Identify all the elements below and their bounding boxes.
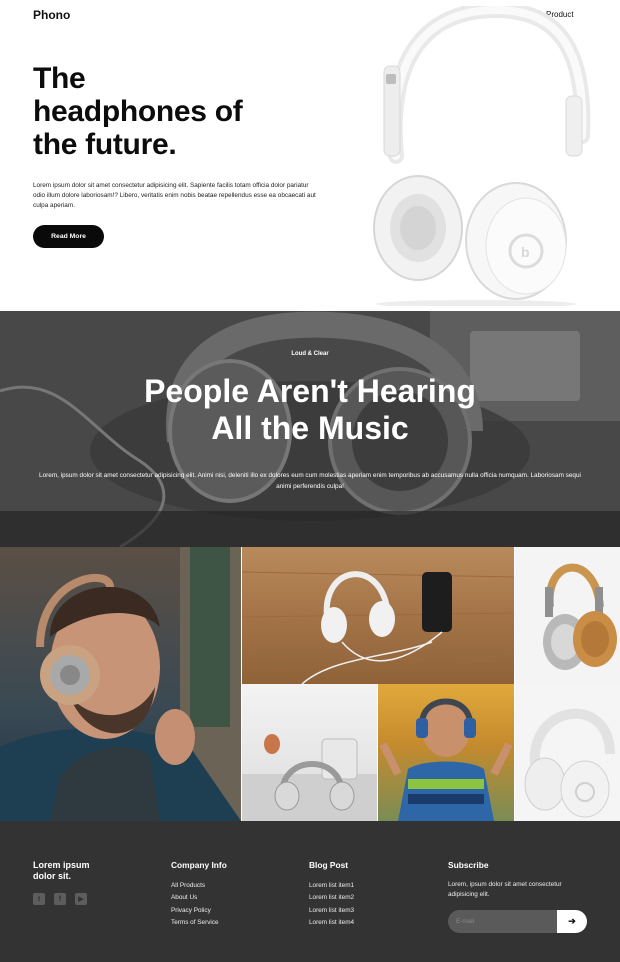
site-footer: Lorem ipsum dolor sit. t f ▶ Company Inf… — [0, 821, 620, 962]
banner-title-line: People Aren't Hearing — [144, 373, 476, 409]
brand-logo[interactable]: Phono — [33, 8, 70, 22]
footer-blog-item[interactable]: Lorem list item2 — [309, 892, 354, 904]
footer-blog-column: Blog Post Lorem list item1 Lorem list it… — [309, 860, 354, 929]
footer-brand: Lorem ipsum dolor sit. — [33, 860, 90, 881]
hero-title-line: The — [33, 62, 86, 95]
footer-link-all-products[interactable]: All Products — [171, 880, 227, 892]
footer-company-column: Company Info All Products About Us Priva… — [171, 860, 227, 929]
svg-text:b: b — [521, 244, 530, 260]
facebook-icon[interactable]: f — [54, 893, 66, 905]
man-with-headphones-photo[interactable] — [0, 547, 241, 821]
footer-subscribe-text: Lorem, ipsum dolor sit amet consectetur … — [448, 881, 562, 898]
footer-blog-heading: Blog Post — [309, 860, 349, 870]
image-gallery — [0, 547, 620, 821]
footer-blog-item[interactable]: Lorem list item3 — [309, 905, 354, 917]
white-headphones-image: b — [373, 6, 591, 306]
arrow-right-icon: ➔ — [568, 916, 576, 926]
footer-link-terms[interactable]: Terms of Service — [171, 917, 227, 929]
twitter-icon[interactable]: t — [33, 893, 45, 905]
footer-link-about-us[interactable]: About Us — [171, 892, 227, 904]
headphones-on-wood-photo[interactable] — [242, 547, 514, 684]
promo-banner: Loud & Clear People Aren't Hearing All t… — [0, 311, 620, 547]
email-input[interactable]: E-mail — [448, 910, 558, 933]
tan-headphones-photo[interactable] — [515, 547, 620, 684]
hero-description: Lorem ipsum dolor sit amet consectetur a… — [33, 182, 316, 209]
banner-kicker: Loud & Clear — [291, 351, 329, 357]
footer-company-heading: Company Info — [171, 860, 227, 870]
read-more-button[interactable]: Read More — [33, 225, 104, 248]
banner-description: Lorem, ipsum dolor sit amet consectetur … — [39, 472, 581, 490]
youtube-icon[interactable]: ▶ — [75, 893, 87, 905]
banner-title-line: All the Music — [211, 410, 409, 446]
footer-link-privacy-policy[interactable]: Privacy Policy — [171, 905, 227, 917]
social-links: t f ▶ — [33, 893, 87, 905]
footer-subscribe-column: Subscribe Lorem, ipsum dolor sit amet co… — [448, 860, 593, 900]
hero-title: The headphones of the future. — [33, 62, 333, 161]
footer-blog-item[interactable]: Lorem list item1 — [309, 880, 354, 892]
hero-title-line: headphones of — [33, 95, 243, 128]
white-headphones-photo[interactable] — [515, 684, 620, 821]
banner-title: People Aren't Hearing All the Music — [0, 373, 620, 447]
desk-headphones-photo[interactable] — [242, 684, 377, 821]
footer-blog-item[interactable]: Lorem list item4 — [309, 917, 354, 929]
hero-title-line: the future. — [33, 128, 177, 161]
footer-subscribe-heading: Subscribe — [448, 860, 489, 870]
subscribe-button[interactable]: ➔ — [557, 910, 587, 933]
hero-section: Phono Intro About Product The headphones… — [0, 0, 620, 311]
boy-with-headphones-photo[interactable] — [378, 684, 514, 821]
